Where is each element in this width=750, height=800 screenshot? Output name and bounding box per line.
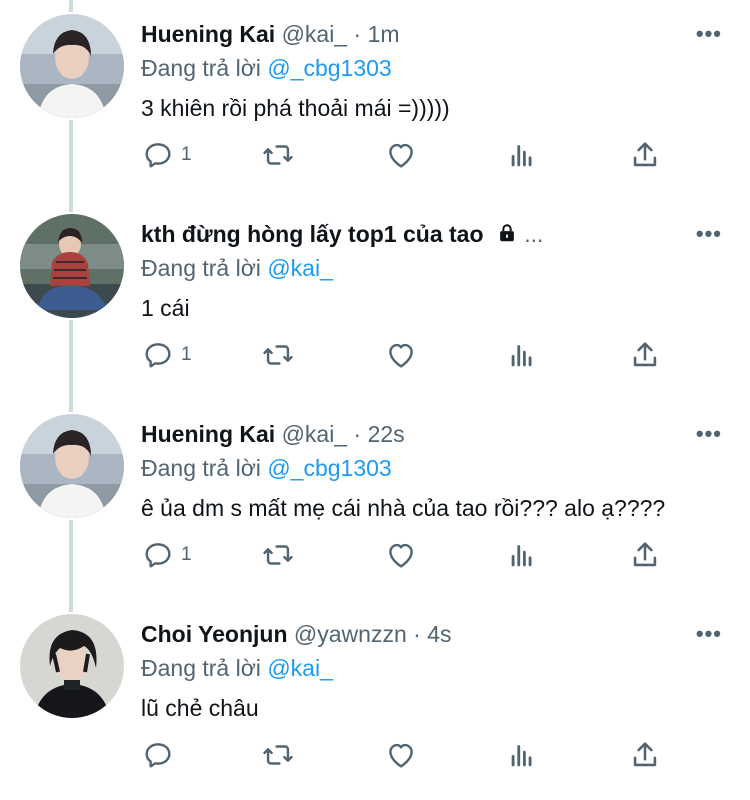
- retweet-button[interactable]: [261, 135, 295, 175]
- truncation-ellipsis: ...: [524, 221, 544, 247]
- tweet-text: lũ chẻ châu: [141, 695, 259, 721]
- mention-link[interactable]: @kai_: [267, 255, 333, 281]
- tweet[interactable]: Choi Yeonjun @yawnzzn · 4s ••• Đang trả …: [0, 600, 750, 800]
- retweet-icon: [263, 545, 293, 565]
- action-bar: 1: [141, 335, 681, 375]
- avatar[interactable]: [20, 14, 124, 118]
- share-button[interactable]: [628, 335, 662, 375]
- like-icon: [389, 143, 413, 168]
- retweet-button[interactable]: [261, 335, 295, 375]
- reply-icon: [145, 143, 171, 168]
- avatar[interactable]: [20, 214, 124, 318]
- tweet-text: ê ủa dm s mất mẹ cái nhà của tao rồi??? …: [141, 495, 666, 521]
- more-icon[interactable]: •••: [696, 221, 722, 247]
- lock-icon: [496, 222, 518, 249]
- tweet[interactable]: Huening Kai @kai_ · 1m ••• Đang trả lời …: [0, 0, 750, 200]
- share-icon: [633, 142, 657, 167]
- mention-link[interactable]: @_cbg1303: [267, 55, 391, 81]
- retweet-button[interactable]: [261, 735, 295, 775]
- action-bar: [141, 735, 681, 775]
- timestamp[interactable]: 22s: [368, 421, 405, 447]
- username[interactable]: @kai_: [282, 21, 348, 47]
- action-bar: 1: [141, 135, 681, 175]
- like-button[interactable]: [384, 135, 418, 175]
- retweet-icon: [263, 145, 293, 165]
- like-icon: [389, 543, 413, 568]
- replying-to-label: Đang trả lời: [141, 55, 261, 81]
- mention-link[interactable]: @_cbg1303: [267, 455, 391, 481]
- analytics-icon: [511, 145, 532, 167]
- like-icon: [389, 343, 413, 368]
- display-name[interactable]: Huening Kai: [141, 421, 275, 447]
- separator: ·: [353, 21, 362, 47]
- action-bar: 1: [141, 535, 681, 575]
- analytics-icon: [511, 345, 532, 367]
- share-button[interactable]: [628, 135, 662, 175]
- analytics-icon: [511, 745, 532, 767]
- analytics-button[interactable]: [506, 535, 540, 575]
- retweet-icon: [263, 745, 293, 765]
- share-button[interactable]: [628, 735, 662, 775]
- like-button[interactable]: [384, 335, 418, 375]
- mention-link[interactable]: @kai_: [267, 655, 333, 681]
- more-icon[interactable]: •••: [696, 621, 722, 647]
- replying-to-label: Đang trả lời: [141, 655, 261, 681]
- reply-button[interactable]: [141, 735, 181, 775]
- timestamp[interactable]: 1m: [368, 21, 400, 47]
- display-name[interactable]: Choi Yeonjun: [141, 621, 288, 647]
- tweet[interactable]: Huening Kai @kai_ · 22s ••• Đang trả lời…: [0, 400, 750, 600]
- share-icon: [633, 742, 657, 767]
- replying-to-label: Đang trả lời: [141, 455, 261, 481]
- tweet[interactable]: kth đừng hòng lấy top1 của tao ... ••• Đ…: [0, 200, 750, 400]
- display-name[interactable]: Huening Kai: [141, 21, 275, 47]
- retweet-button[interactable]: [261, 535, 295, 575]
- share-icon: [633, 342, 657, 367]
- reply-icon: [145, 743, 171, 768]
- tweet-text: 3 khiên rồi phá thoải mái =))))): [141, 95, 450, 121]
- share-icon: [633, 542, 657, 567]
- reply-count: 1: [181, 344, 192, 365]
- more-icon[interactable]: •••: [696, 421, 722, 447]
- separator: ·: [413, 621, 421, 647]
- avatar[interactable]: [20, 414, 124, 518]
- like-icon: [389, 743, 413, 768]
- analytics-button[interactable]: [506, 135, 540, 175]
- reply-button[interactable]: 1: [141, 135, 192, 175]
- timestamp[interactable]: 4s: [427, 621, 451, 647]
- like-button[interactable]: [384, 535, 418, 575]
- display-name[interactable]: kth đừng hòng lấy top1 của tao: [141, 221, 484, 247]
- reply-button[interactable]: 1: [141, 535, 192, 575]
- retweet-icon: [263, 345, 293, 365]
- username[interactable]: @yawnzzn: [294, 621, 407, 647]
- share-button[interactable]: [628, 535, 662, 575]
- reply-icon: [145, 543, 171, 568]
- tweet-text: 1 cái: [141, 295, 190, 321]
- more-icon[interactable]: •••: [696, 21, 722, 47]
- username[interactable]: @kai_: [282, 421, 348, 447]
- analytics-icon: [511, 545, 532, 567]
- analytics-button[interactable]: [506, 335, 540, 375]
- reply-icon: [145, 343, 171, 368]
- reply-count: 1: [181, 144, 192, 165]
- separator: ·: [353, 421, 362, 447]
- like-button[interactable]: [384, 735, 418, 775]
- replying-to-label: Đang trả lời: [141, 255, 261, 281]
- reply-count: 1: [181, 544, 192, 565]
- avatar[interactable]: [20, 614, 124, 718]
- analytics-button[interactable]: [506, 735, 540, 775]
- reply-button[interactable]: 1: [141, 335, 192, 375]
